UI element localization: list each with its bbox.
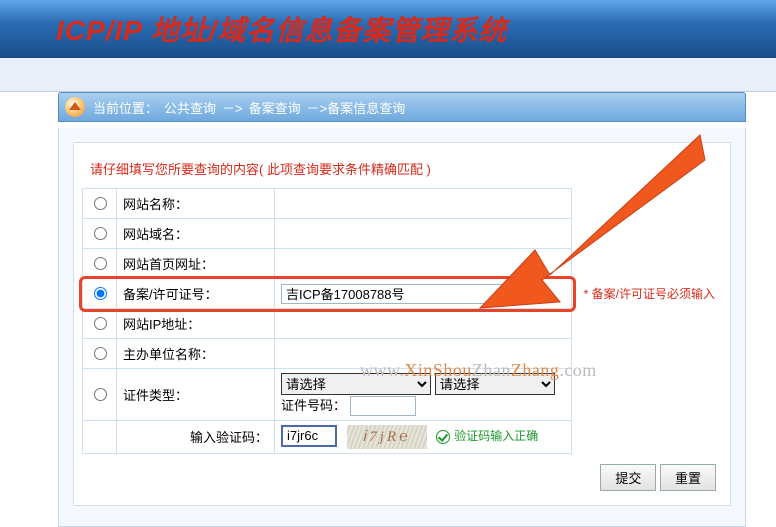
input-cert-no[interactable] bbox=[350, 396, 416, 416]
radio-site-name[interactable] bbox=[94, 197, 107, 210]
note-record-no: * 备案/许可证号必须输入 bbox=[572, 279, 722, 309]
instruction-text: 请仔细填写您所要查询的内容( 此项查询要求条件精确匹配 ) bbox=[82, 153, 722, 188]
submit-button[interactable]: 提交 bbox=[600, 464, 656, 491]
app-header: ICP/IP 地址/域名信息备案管理系统 bbox=[0, 0, 776, 58]
query-form: 网站名称： 网站域名： 网站首页网址： 备案/许可证号： * 备案/许可 bbox=[82, 188, 722, 454]
select-cert-type-2[interactable]: 请选择 bbox=[435, 373, 555, 395]
radio-record-no[interactable] bbox=[94, 287, 107, 300]
label-site-domain: 网站域名： bbox=[117, 219, 275, 249]
radio-site-ip[interactable] bbox=[94, 317, 107, 330]
select-cert-type-1[interactable]: 请选择 bbox=[281, 373, 431, 395]
reset-button[interactable]: 重置 bbox=[660, 464, 716, 491]
label-org-name: 主办单位名称： bbox=[117, 339, 275, 369]
captcha-valid: 验证码输入正确 bbox=[436, 429, 538, 443]
breadcrumb-sep: －> bbox=[222, 98, 243, 117]
breadcrumb-l3: 备案信息查询 bbox=[327, 98, 405, 117]
form-panel: 请仔细填写您所要查询的内容( 此项查询要求条件精确匹配 ) 网站名称： 网站域名… bbox=[73, 142, 731, 506]
radio-org-name[interactable] bbox=[94, 347, 107, 360]
label-captcha: 输入验证码： bbox=[117, 420, 275, 453]
label-cert-type: 证件类型： bbox=[117, 369, 275, 421]
label-site-url: 网站首页网址： bbox=[117, 249, 275, 279]
content-panel: 请仔细填写您所要查询的内容( 此项查询要求条件精确匹配 ) 网站名称： 网站域名… bbox=[58, 128, 746, 527]
radio-cert-type[interactable] bbox=[94, 388, 107, 401]
label-site-ip: 网站IP地址： bbox=[117, 309, 275, 339]
label-cert-no: 证件号码： bbox=[281, 398, 346, 413]
radio-site-domain[interactable] bbox=[94, 227, 107, 240]
label-record-no: 备案/许可证号： bbox=[117, 279, 275, 309]
breadcrumb-label: 当前位置： bbox=[93, 98, 158, 117]
button-row: 提交 重置 bbox=[82, 454, 722, 491]
input-captcha[interactable] bbox=[281, 425, 337, 447]
app-title: ICP/IP 地址/域名信息备案管理系统 bbox=[56, 9, 507, 49]
home-icon bbox=[65, 97, 85, 117]
label-site-name: 网站名称： bbox=[117, 189, 275, 219]
breadcrumb-l2[interactable]: 备案查询 bbox=[249, 98, 301, 117]
breadcrumb-l1[interactable]: 公共查询 bbox=[164, 98, 216, 117]
spacer-bar bbox=[0, 58, 776, 92]
input-record-no[interactable] bbox=[281, 284, 541, 304]
captcha-image[interactable]: ⅰ7jR℮ bbox=[347, 425, 427, 449]
check-icon bbox=[436, 430, 450, 444]
breadcrumb-sep: －> bbox=[307, 98, 328, 117]
breadcrumb: 当前位置： 公共查询 －> 备案查询 －> 备案信息查询 bbox=[58, 92, 746, 122]
radio-site-url[interactable] bbox=[94, 257, 107, 270]
